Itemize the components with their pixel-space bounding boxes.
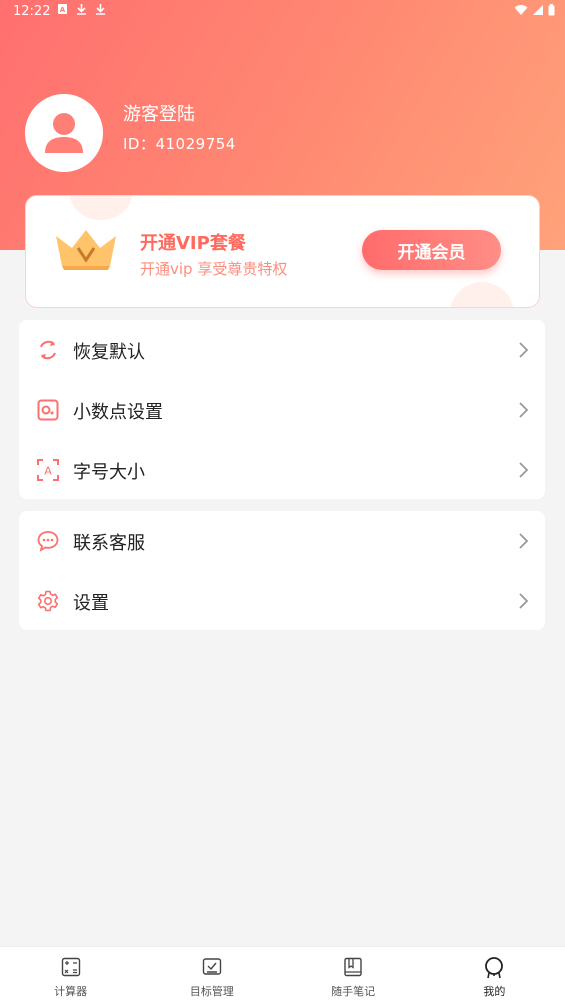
- settings-menu-card: 恢复默认 小数点设置 A 字号大小: [19, 320, 545, 499]
- download-icon: [95, 3, 106, 19]
- checklist-icon: [202, 958, 222, 975]
- tab-mine[interactable]: 我的: [424, 947, 565, 1005]
- tab-label: 随手笔记: [331, 985, 376, 998]
- open-vip-button[interactable]: 开通会员: [362, 230, 501, 270]
- sim-card-icon: A: [57, 3, 68, 19]
- user-id: ID：41029754: [123, 135, 236, 153]
- menu-label: 设置: [73, 593, 109, 614]
- menu-item-settings[interactable]: 设置: [19, 571, 545, 631]
- tab-label: 计算器: [54, 985, 88, 998]
- chevron-right-icon: [519, 533, 529, 549]
- user-name[interactable]: 游客登陆: [123, 100, 195, 126]
- svg-text:A: A: [60, 6, 66, 14]
- bottom-tab-bar: 计算器 目标管理 随手笔记 我的: [0, 946, 565, 1005]
- vip-card[interactable]: 开通VIP套餐 开通vip 享受尊贵特权 开通会员: [25, 195, 540, 308]
- battery-icon: [548, 4, 555, 20]
- avatar[interactable]: [25, 94, 103, 172]
- menu-label: 小数点设置: [73, 402, 163, 423]
- decor-bubble: [70, 196, 132, 220]
- menu-item-restore-default[interactable]: 恢复默认: [19, 320, 545, 380]
- status-icons-left: A: [57, 3, 106, 19]
- menu-item-font-size[interactable]: A 字号大小: [19, 440, 545, 500]
- download-icon: [76, 3, 87, 19]
- decimal-icon: [37, 399, 59, 421]
- chevron-right-icon: [519, 402, 529, 418]
- chevron-right-icon: [519, 342, 529, 358]
- status-icons-right: [514, 4, 555, 20]
- tab-goal-management[interactable]: 目标管理: [141, 947, 282, 1005]
- profile-icon: [485, 957, 504, 979]
- tab-calculator[interactable]: 计算器: [0, 947, 141, 1005]
- tab-quick-notes[interactable]: 随手笔记: [283, 947, 424, 1005]
- chevron-right-icon: [519, 462, 529, 478]
- tab-label: 目标管理: [189, 985, 234, 998]
- calculator-icon: [61, 957, 80, 977]
- support-menu-card: 联系客服 设置: [19, 511, 545, 630]
- status-time: 12:22: [13, 4, 51, 19]
- menu-label: 恢复默认: [73, 342, 145, 363]
- user-icon: [45, 113, 83, 153]
- status-bar: 12:22 A: [0, 0, 565, 24]
- crown-icon: [56, 230, 116, 270]
- tab-label: 我的: [483, 985, 506, 998]
- chat-icon: [37, 531, 59, 552]
- notebook-icon: [344, 957, 362, 977]
- svg-text:A: A: [44, 465, 52, 478]
- decor-bubble: [450, 282, 514, 307]
- vip-title: 开通VIP套餐: [140, 233, 246, 254]
- menu-item-decimal-settings[interactable]: 小数点设置: [19, 380, 545, 440]
- font-size-icon: A: [37, 459, 59, 481]
- chevron-right-icon: [519, 593, 529, 609]
- menu-label: 字号大小: [73, 462, 145, 483]
- vip-subtitle: 开通vip 享受尊贵特权: [140, 260, 288, 278]
- signal-icon: [532, 4, 544, 20]
- menu-label: 联系客服: [73, 533, 145, 554]
- gear-icon: [37, 590, 59, 612]
- menu-item-contact-support[interactable]: 联系客服: [19, 511, 545, 571]
- refresh-icon: [40, 340, 56, 360]
- wifi-icon: [514, 4, 528, 20]
